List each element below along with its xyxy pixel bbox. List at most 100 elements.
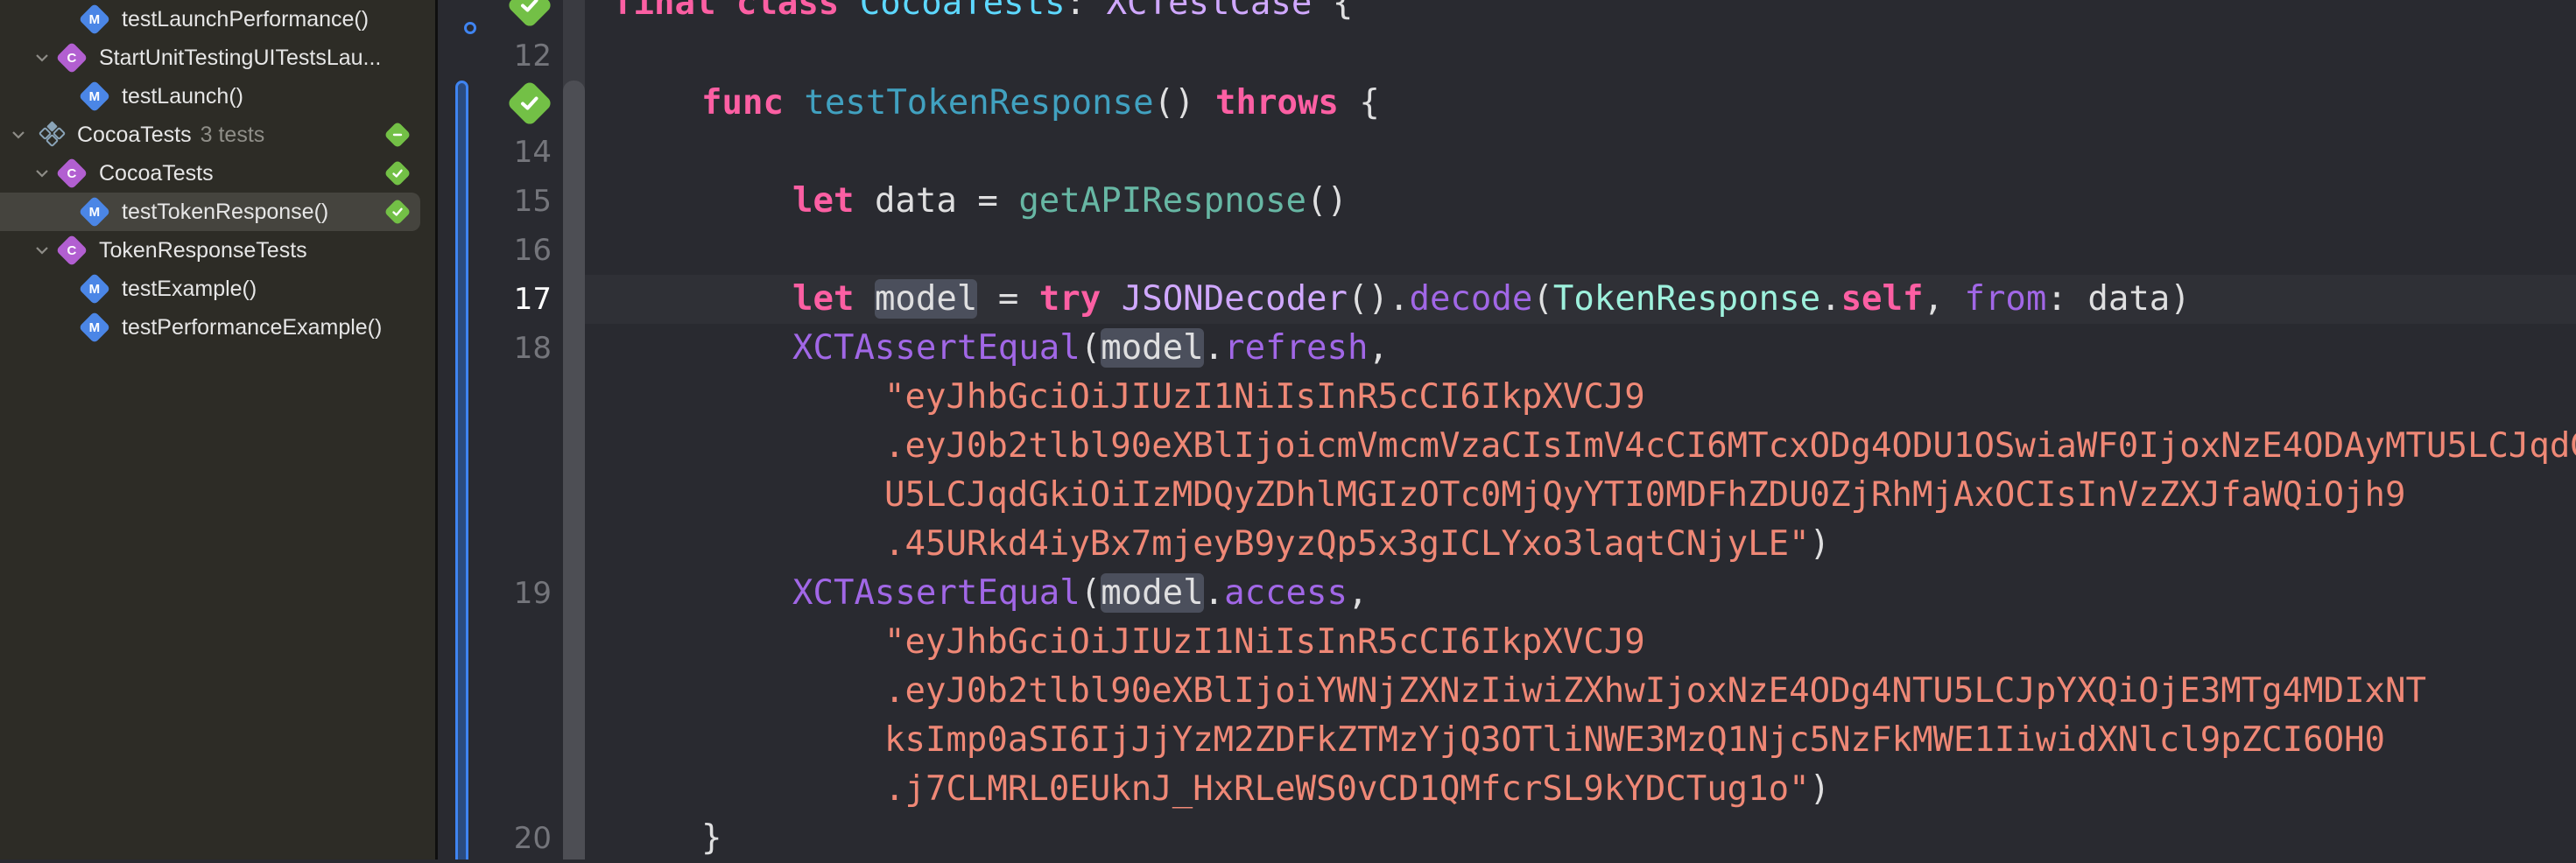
keyword: class: [735, 0, 840, 23]
keyword: let: [792, 181, 855, 221]
navigator-item-testTokenResponse[interactable]: M testTokenResponse(): [0, 193, 420, 231]
punctuation: :: [2046, 279, 2067, 319]
punctuation: ,: [1348, 573, 1369, 613]
keyword: func: [701, 83, 784, 123]
method-badge-icon: M: [78, 311, 111, 344]
superclass-name: XCTestCase: [1106, 0, 1313, 23]
code-line-19: XCTAssertEqual(model.access,: [792, 569, 1368, 618]
punctuation: ): [1809, 524, 1831, 564]
navigator-item-StartUnitTestingUITestsLaunch[interactable]: C StartUnitTestingUITestsLau...: [0, 39, 420, 77]
navigator-item-testExample[interactable]: M testExample(): [0, 270, 420, 308]
function-call: XCTAssertEqual: [792, 328, 1080, 368]
code-line-11: final class CocoaTests: XCTestCase {: [613, 0, 1353, 28]
brace: }: [701, 818, 722, 858]
test-target-icon: [39, 121, 66, 147]
string-literal: ksImp0aSI6IjJjYzM2ZDFkZTMzYjQ3OTliNWE3Mz…: [884, 720, 2386, 760]
fold-region[interactable]: [563, 81, 585, 859]
method-badge-icon: M: [78, 80, 111, 113]
navigator-item-label: testTokenResponse(): [122, 199, 329, 224]
navigator-item-CocoaTests-target[interactable]: CocoaTests 3 tests: [0, 116, 420, 154]
type-name: JSONDecoder: [1121, 279, 1348, 319]
navigator-item-label: CocoaTests: [77, 122, 192, 147]
operator: =: [997, 279, 1019, 319]
code-line-15: let data = getAPIRespnose(): [792, 177, 1348, 226]
string-literal-line: .eyJ0b2tlbl90eXBlIjoiYWNjZXNzIiwiZXhwIjo…: [884, 667, 2426, 716]
punctuation: .: [1203, 328, 1225, 368]
navigator-item-testLaunch[interactable]: M testLaunch(): [0, 77, 420, 116]
keyword: try: [1038, 279, 1101, 319]
code-folding-ribbon[interactable]: [563, 0, 585, 859]
chevron-down-icon[interactable]: [32, 48, 52, 67]
keyword: let: [792, 279, 855, 319]
property: access: [1224, 573, 1348, 613]
punctuation: ): [1809, 769, 1831, 809]
function-call: getAPIRespnose: [1018, 181, 1307, 221]
string-literal-line: ksImp0aSI6IjJjYzM2ZDFkZTMzYjQ3OTliNWE3Mz…: [884, 716, 2385, 765]
line-number-current: 17: [513, 282, 552, 317]
line-number: 14: [513, 135, 552, 170]
test-passed-icon[interactable]: [384, 159, 412, 187]
punctuation: (: [1532, 279, 1553, 319]
string-literal-line: .45URkd4iyBx7mjeyB9yzQp5x3gICLYxo3laqtCN…: [884, 520, 1830, 569]
variable: data: [874, 181, 957, 221]
line-number: 12: [513, 39, 552, 74]
navigator-item-label: StartUnitTestingUITestsLau...: [99, 45, 382, 70]
code-line-20: }: [701, 814, 721, 859]
class-name: CocoaTests: [859, 0, 1066, 23]
class-badge-icon: C: [55, 234, 88, 267]
string-literal-line: "eyJhbGciOiJIUzI1NiIsInR5cCI6IkpXVCJ9: [884, 373, 1645, 422]
variable-highlighted: model: [1101, 573, 1204, 613]
navigator-item-TokenResponseTests[interactable]: C TokenResponseTests: [0, 231, 420, 270]
string-literal-line: .eyJ0b2tlbl90eXBlIjoicmVmcmVzaCIsImV4cCI…: [884, 422, 2576, 471]
string-literal-line: "eyJhbGciOiJIUzI1NiIsInR5cCI6IkpXVCJ9: [884, 618, 1645, 667]
punctuation: (): [1153, 83, 1195, 123]
navigator-item-CocoaTests-class[interactable]: C CocoaTests: [0, 154, 420, 193]
code-line-13: func testTokenResponse() throws {: [701, 79, 1380, 128]
argument-label: from: [1964, 279, 2047, 319]
navigator-item-label: TokenResponseTests: [99, 237, 307, 263]
punctuation: .: [1388, 279, 1410, 319]
test-passed-icon[interactable]: [384, 198, 412, 226]
chevron-down-icon[interactable]: [9, 125, 28, 144]
test-mixed-icon[interactable]: [384, 121, 412, 149]
punctuation: .: [1203, 573, 1225, 613]
string-literal: "eyJhbGciOiJIUzI1NiIsInR5cCI6IkpXVCJ9: [884, 377, 1645, 417]
string-literal-line: U5LCJqdGkiOiIzMDQyZDhlMGIzOTc0MjQyYTI0MD…: [884, 471, 2406, 520]
line-number: 20: [513, 821, 552, 856]
test-navigator: M testLaunchPerformance() C StartUnitTes…: [0, 0, 438, 859]
navigator-item-testPerformanceExample[interactable]: M testPerformanceExample(): [0, 308, 420, 347]
punctuation: (): [1348, 279, 1389, 319]
navigator-item-label: testPerformanceExample(): [122, 314, 383, 340]
line-number: 15: [513, 184, 552, 219]
function-call: XCTAssertEqual: [792, 573, 1080, 613]
line-number: 18: [513, 331, 552, 366]
operator: =: [977, 181, 998, 221]
punctuation: ,: [1368, 328, 1389, 368]
line-number: 16: [513, 233, 552, 268]
navigator-item-label: CocoaTests: [99, 160, 214, 186]
punctuation: (: [1080, 573, 1101, 613]
punctuation: :: [1065, 0, 1087, 23]
test-count: 3 tests: [200, 122, 265, 147]
method-badge-icon: M: [78, 195, 111, 228]
brace: {: [1359, 83, 1380, 123]
method-badge-icon: M: [78, 272, 111, 305]
punctuation: .: [1820, 279, 1841, 319]
chevron-down-icon[interactable]: [32, 164, 52, 183]
keyword: final: [613, 0, 716, 23]
string-literal: .eyJ0b2tlbl90eXBlIjoicmVmcmVzaCIsImV4cCI…: [884, 426, 2576, 466]
variable: data: [2087, 279, 2171, 319]
brace: {: [1332, 0, 1354, 23]
code-line-18: XCTAssertEqual(model.refresh,: [792, 324, 1389, 373]
navigator-item-testLaunchPerformance[interactable]: M testLaunchPerformance(): [0, 0, 420, 39]
method-call: decode: [1409, 279, 1533, 319]
source-editor[interactable]: final class CocoaTests: XCTestCase { fun…: [585, 0, 2576, 859]
line-number: 19: [513, 576, 552, 611]
navigator-item-label: testLaunchPerformance(): [122, 6, 370, 32]
punctuation: (): [1306, 181, 1348, 221]
string-literal: U5LCJqdGkiOiIzMDQyZDhlMGIzOTc0MjQyYTI0MD…: [884, 475, 2406, 515]
keyword: throws: [1215, 83, 1339, 123]
function-name: testTokenResponse: [804, 83, 1154, 123]
string-literal-line: .j7CLMRL0EUknJ_HxRLeWS0vCD1QMfcrSL9kYDCT…: [884, 765, 1830, 814]
chevron-down-icon[interactable]: [32, 241, 52, 260]
